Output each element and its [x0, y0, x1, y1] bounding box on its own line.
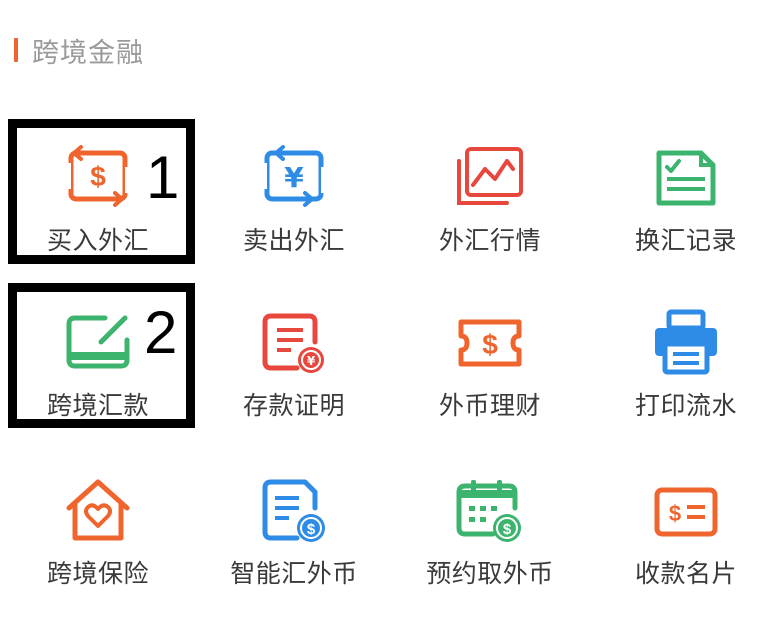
cross-border-insurance-icon — [61, 476, 135, 546]
payment-card-icon: $ — [649, 476, 723, 546]
tile-deposit-certificate[interactable]: ¥ 存款证明 — [196, 290, 392, 440]
svg-text:$: $ — [482, 329, 498, 360]
section-accent-bar — [14, 38, 18, 62]
exchange-record-icon — [649, 143, 723, 213]
tile-label: 收款名片 — [634, 559, 737, 588]
tile-forex-market[interactable]: 外汇行情 — [392, 125, 588, 275]
tile-label: 预约取外币 — [426, 559, 554, 588]
tile-smart-remit[interactable]: $ 智能汇外币 — [196, 458, 392, 608]
sell-forex-icon: ¥ — [257, 143, 331, 213]
svg-text:¥: ¥ — [284, 161, 304, 194]
svg-text:$: $ — [503, 521, 512, 538]
print-statement-icon — [649, 308, 723, 378]
annotation-number-1: 1 — [146, 144, 180, 211]
tile-label: 外汇行情 — [438, 226, 541, 255]
tile-cross-border-insurance[interactable]: 跨境保险 — [0, 458, 196, 608]
annotation-number-2: 2 — [144, 299, 178, 366]
smart-remit-icon: $ — [257, 476, 331, 546]
foreign-currency-wealth-icon: $ — [453, 308, 527, 378]
section-header: 跨境金融 — [14, 30, 144, 70]
tile-exchange-record[interactable]: 换汇记录 — [588, 125, 782, 275]
reserve-withdraw-icon: $ — [453, 476, 527, 546]
tile-sell-forex[interactable]: ¥ 卖出外汇 — [196, 125, 392, 275]
tile-label: 智能汇外币 — [230, 559, 358, 588]
tile-label: 跨境保险 — [46, 559, 149, 588]
deposit-certificate-icon: ¥ — [257, 308, 331, 378]
tile-label: 存款证明 — [242, 391, 345, 420]
tile-print-statement[interactable]: 打印流水 — [588, 290, 782, 440]
tile-foreign-currency-wealth[interactable]: $ 外币理财 — [392, 290, 588, 440]
tile-label: 卖出外汇 — [242, 226, 345, 255]
tile-label: 换汇记录 — [634, 226, 737, 255]
tile-label: 打印流水 — [634, 391, 737, 420]
svg-text:$: $ — [307, 521, 316, 538]
tile-reserve-withdraw[interactable]: $ 预约取外币 — [392, 458, 588, 608]
tile-label: 外币理财 — [438, 391, 541, 420]
section-title: 跨境金融 — [32, 37, 144, 69]
svg-text:$: $ — [669, 501, 681, 526]
svg-text:¥: ¥ — [307, 354, 316, 368]
tile-payment-card[interactable]: $ 收款名片 — [588, 458, 782, 608]
forex-market-icon — [453, 143, 527, 213]
